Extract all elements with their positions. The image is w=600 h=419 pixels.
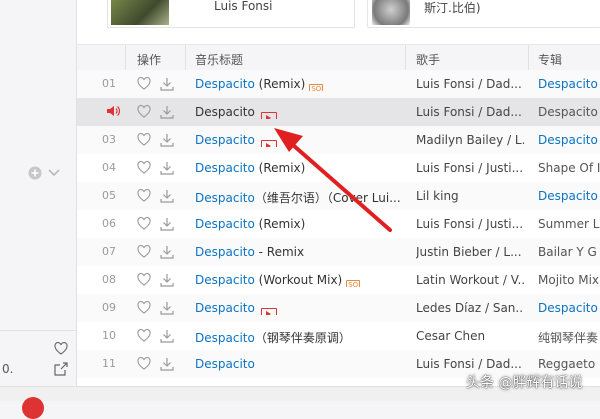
chevron-down-icon[interactable]: [48, 168, 60, 178]
share-icon[interactable]: [54, 362, 68, 376]
left-sidebar: 0.: [0, 0, 77, 400]
heart-icon[interactable]: [54, 342, 68, 355]
main-panel: Luis Fonsi 斯汀.比伯) 操作 音乐标题 歌手 专辑 01 Despac…: [77, 0, 600, 400]
watermark-text: 头条 @胖辉有话说: [466, 375, 583, 391]
sidebar-divider: [0, 330, 76, 331]
sidebar-truncated-text: 0.: [2, 362, 14, 376]
annotation-arrow: [274, 128, 392, 232]
play-button[interactable]: [22, 397, 44, 419]
add-circle-icon[interactable]: [28, 166, 42, 180]
